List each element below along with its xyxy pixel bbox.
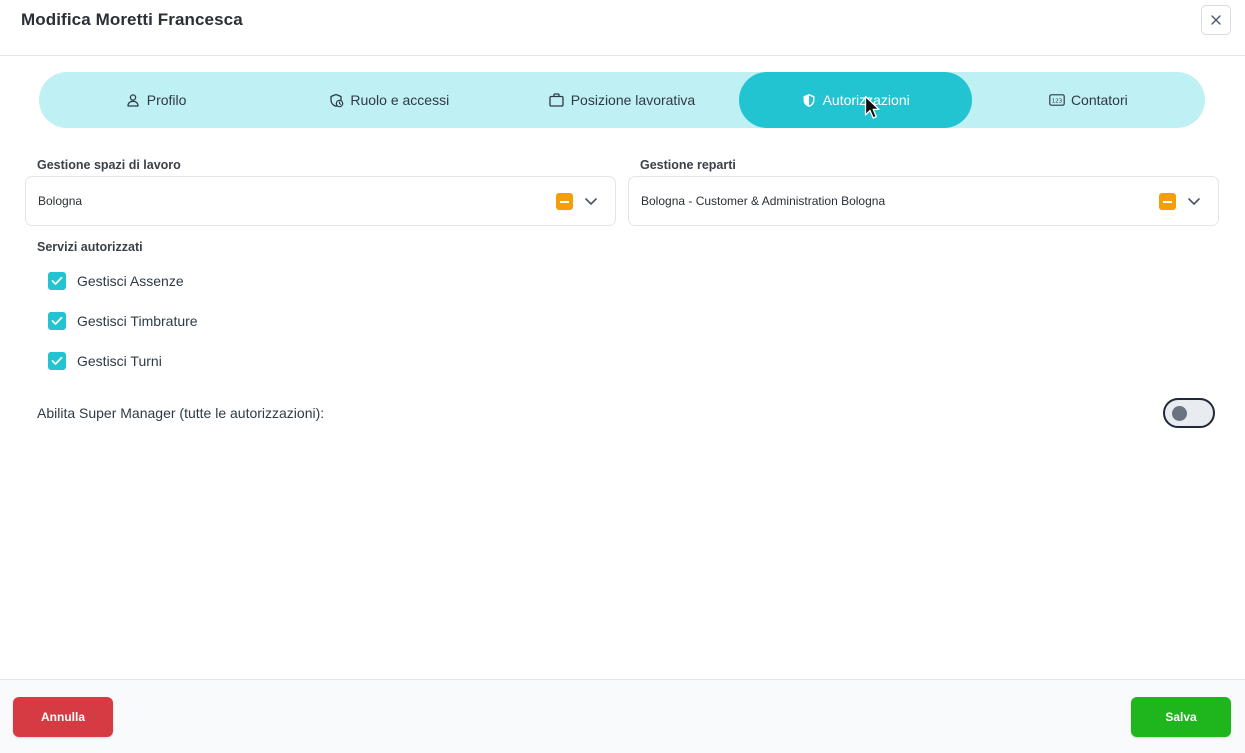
chevron-down-icon — [585, 198, 597, 205]
counter-icon: 123 — [1049, 92, 1065, 108]
workspaces-value: Bologna — [38, 194, 83, 208]
briefcase-icon — [549, 92, 565, 108]
services-label: Servizi autorizzati — [37, 240, 143, 254]
checkmark-icon — [51, 276, 63, 285]
gestisci-turni-checkbox[interactable] — [48, 352, 66, 370]
shield-icon — [801, 92, 817, 108]
service-label: Gestisci Turni — [77, 353, 162, 369]
departments-label: Gestione reparti — [640, 158, 736, 172]
gestisci-timbrature-checkbox[interactable] — [48, 312, 66, 330]
save-button[interactable]: Salva — [1131, 697, 1231, 737]
mouse-cursor-icon — [864, 95, 880, 119]
service-label: Gestisci Assenze — [77, 273, 184, 289]
close-icon — [1211, 15, 1221, 25]
tab-ruolo-accessi[interactable]: Ruolo e accessi — [272, 72, 505, 128]
tab-label: Posizione lavorativa — [570, 92, 696, 108]
tab-bar: Profilo Ruolo e accessi Posizione lavora… — [39, 72, 1205, 128]
cancel-button[interactable]: Annulla — [13, 697, 113, 737]
tab-posizione-lavorativa[interactable]: Posizione lavorativa — [505, 72, 738, 128]
tab-profilo[interactable]: Profilo — [39, 72, 272, 128]
select-all-indeterminate-checkbox[interactable] — [1159, 193, 1176, 210]
gestisci-assenze-checkbox[interactable] — [48, 272, 66, 290]
super-manager-toggle[interactable] — [1163, 398, 1215, 428]
chevron-down-icon — [1188, 198, 1200, 205]
dialog-title: Modifica Moretti Francesca — [21, 10, 243, 29]
checkmark-icon — [51, 316, 63, 325]
dialog-footer: Annulla Salva — [0, 679, 1245, 753]
user-icon — [125, 92, 141, 108]
service-option: Gestisci Turni — [48, 352, 162, 370]
role-access-icon — [328, 92, 344, 108]
workspaces-select[interactable]: Bologna — [25, 176, 616, 226]
tab-label: Ruolo e accessi — [350, 92, 450, 108]
tab-label: Profilo — [146, 92, 187, 108]
departments-select[interactable]: Bologna - Customer & Administration Bolo… — [628, 176, 1219, 226]
svg-text:123: 123 — [1052, 98, 1063, 104]
tab-label: Contatori — [1070, 92, 1128, 108]
service-option: Gestisci Assenze — [48, 272, 184, 290]
workspaces-label: Gestione spazi di lavoro — [37, 158, 181, 172]
checkmark-icon — [51, 356, 63, 365]
toggle-knob — [1172, 406, 1187, 421]
service-label: Gestisci Timbrature — [77, 313, 198, 329]
service-option: Gestisci Timbrature — [48, 312, 198, 330]
departments-value: Bologna - Customer & Administration Bolo… — [641, 194, 886, 208]
close-button[interactable] — [1201, 5, 1231, 35]
tab-contatori[interactable]: 123 Contatori — [972, 72, 1205, 128]
select-all-indeterminate-checkbox[interactable] — [556, 193, 573, 210]
super-manager-label: Abilita Super Manager (tutte le autorizz… — [37, 405, 325, 421]
tab-autorizzazioni[interactable]: Autorizzazioni — [738, 72, 972, 128]
dialog-header: Modifica Moretti Francesca — [0, 0, 1245, 56]
